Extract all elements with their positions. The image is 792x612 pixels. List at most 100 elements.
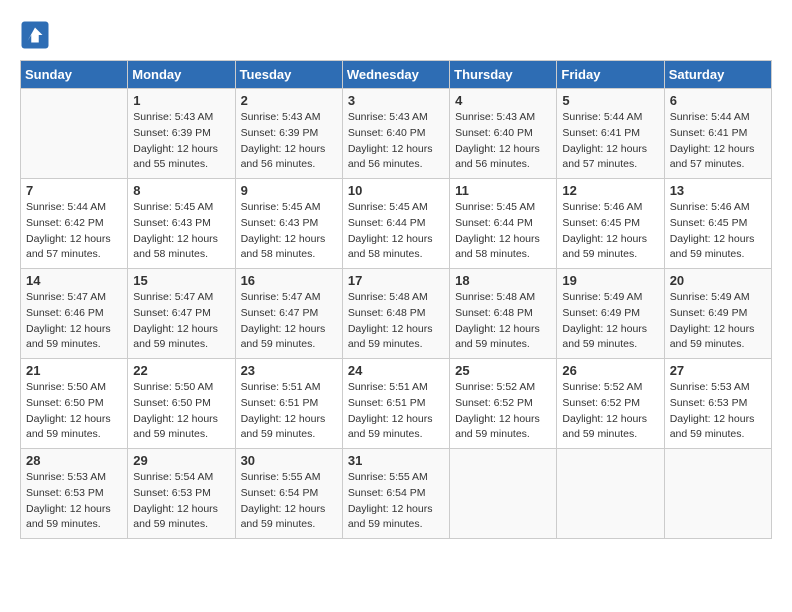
- day-info: Sunrise: 5:54 AM Sunset: 6:53 PM Dayligh…: [133, 470, 229, 533]
- day-number: 11: [455, 183, 551, 198]
- day-info: Sunrise: 5:55 AM Sunset: 6:54 PM Dayligh…: [241, 470, 337, 533]
- calendar-cell: 20Sunrise: 5:49 AM Sunset: 6:49 PM Dayli…: [664, 269, 771, 359]
- calendar-cell: 21 Sunrise: 5:50 AM Sunset: 6:50 PM Dayli…: [21, 359, 128, 449]
- day-number: 17: [348, 273, 444, 288]
- day-number: 9: [241, 183, 337, 198]
- day-number: 26: [562, 363, 658, 378]
- calendar-cell: 10Sunrise: 5:45 AM Sunset: 6:44 PM Dayli…: [342, 179, 449, 269]
- day-info: Sunrise: 5:50 AM Sunset: 6:50 PM Dayligh…: [26, 380, 122, 443]
- day-number: 23: [241, 363, 337, 378]
- page-header: [20, 20, 772, 50]
- column-header-tuesday: Tuesday: [235, 61, 342, 89]
- calendar-cell: 4 Sunrise: 5:43 AM Sunset: 6:40 PM Daylig…: [450, 89, 557, 179]
- day-info: Sunrise: 5:49 AM Sunset: 6:49 PM Dayligh…: [670, 290, 766, 353]
- calendar-cell: 30 Sunrise: 5:55 AM Sunset: 6:54 PM Dayli…: [235, 449, 342, 539]
- day-info: Sunrise: 5:45 AM Sunset: 6:43 PM Dayligh…: [133, 200, 229, 263]
- day-info: Sunrise: 5:48 AM Sunset: 6:48 PM Dayligh…: [348, 290, 444, 353]
- day-number: 25: [455, 363, 551, 378]
- day-info: Sunrise: 5:44 AM Sunset: 6:41 PM Dayligh…: [562, 110, 658, 173]
- column-header-monday: Monday: [128, 61, 235, 89]
- calendar-cell: 9 Sunrise: 5:45 AM Sunset: 6:43 PM Daylig…: [235, 179, 342, 269]
- day-number: 5: [562, 93, 658, 108]
- day-info: Sunrise: 5:50 AM Sunset: 6:50 PM Dayligh…: [133, 380, 229, 443]
- day-number: 31: [348, 453, 444, 468]
- calendar-cell: 11 Sunrise: 5:45 AM Sunset: 6:44 PM Dayli…: [450, 179, 557, 269]
- calendar-cell: [450, 449, 557, 539]
- day-info: Sunrise: 5:47 AM Sunset: 6:46 PM Dayligh…: [26, 290, 122, 353]
- calendar-cell: 31 Sunrise: 5:55 AM Sunset: 6:54 PM Dayli…: [342, 449, 449, 539]
- day-info: Sunrise: 5:51 AM Sunset: 6:51 PM Dayligh…: [241, 380, 337, 443]
- day-info: Sunrise: 5:52 AM Sunset: 6:52 PM Dayligh…: [562, 380, 658, 443]
- calendar-cell: 24Sunrise: 5:51 AM Sunset: 6:51 PM Dayli…: [342, 359, 449, 449]
- calendar-cell: [557, 449, 664, 539]
- day-number: 15: [133, 273, 229, 288]
- day-info: Sunrise: 5:49 AM Sunset: 6:49 PM Dayligh…: [562, 290, 658, 353]
- calendar-cell: 12 Sunrise: 5:46 AM Sunset: 6:45 PM Dayli…: [557, 179, 664, 269]
- calendar-cell: 28 Sunrise: 5:53 AM Sunset: 6:53 PM Dayli…: [21, 449, 128, 539]
- calendar-cell: 23 Sunrise: 5:51 AM Sunset: 6:51 PM Dayli…: [235, 359, 342, 449]
- day-number: 21: [26, 363, 122, 378]
- day-info: Sunrise: 5:43 AM Sunset: 6:39 PM Dayligh…: [241, 110, 337, 173]
- calendar-cell: 3 Sunrise: 5:43 AM Sunset: 6:40 PM Daylig…: [342, 89, 449, 179]
- calendar-cell: 27 Sunrise: 5:53 AM Sunset: 6:53 PM Dayli…: [664, 359, 771, 449]
- day-info: Sunrise: 5:52 AM Sunset: 6:52 PM Dayligh…: [455, 380, 551, 443]
- day-number: 29: [133, 453, 229, 468]
- day-info: Sunrise: 5:43 AM Sunset: 6:40 PM Dayligh…: [348, 110, 444, 173]
- calendar-row: 1 Sunrise: 5:43 AM Sunset: 6:39 PM Daylig…: [21, 89, 772, 179]
- calendar-cell: 2 Sunrise: 5:43 AM Sunset: 6:39 PM Daylig…: [235, 89, 342, 179]
- column-header-thursday: Thursday: [450, 61, 557, 89]
- day-number: 18: [455, 273, 551, 288]
- calendar-cell: 6Sunrise: 5:44 AM Sunset: 6:41 PM Daylig…: [664, 89, 771, 179]
- calendar-header: SundayMondayTuesdayWednesdayThursdayFrid…: [21, 61, 772, 89]
- calendar-cell: 13Sunrise: 5:46 AM Sunset: 6:45 PM Dayli…: [664, 179, 771, 269]
- calendar-cell: 26 Sunrise: 5:52 AM Sunset: 6:52 PM Dayli…: [557, 359, 664, 449]
- calendar-row: 21 Sunrise: 5:50 AM Sunset: 6:50 PM Dayli…: [21, 359, 772, 449]
- day-info: Sunrise: 5:43 AM Sunset: 6:39 PM Dayligh…: [133, 110, 229, 173]
- day-number: 4: [455, 93, 551, 108]
- calendar-cell: 16 Sunrise: 5:47 AM Sunset: 6:47 PM Dayli…: [235, 269, 342, 359]
- day-number: 19: [562, 273, 658, 288]
- day-number: 2: [241, 93, 337, 108]
- header-row: SundayMondayTuesdayWednesdayThursdayFrid…: [21, 61, 772, 89]
- day-info: Sunrise: 5:47 AM Sunset: 6:47 PM Dayligh…: [241, 290, 337, 353]
- calendar-cell: 15Sunrise: 5:47 AM Sunset: 6:47 PM Dayli…: [128, 269, 235, 359]
- day-info: Sunrise: 5:43 AM Sunset: 6:40 PM Dayligh…: [455, 110, 551, 173]
- calendar-cell: 17 Sunrise: 5:48 AM Sunset: 6:48 PM Dayli…: [342, 269, 449, 359]
- column-header-friday: Friday: [557, 61, 664, 89]
- day-number: 3: [348, 93, 444, 108]
- day-number: 22: [133, 363, 229, 378]
- day-info: Sunrise: 5:55 AM Sunset: 6:54 PM Dayligh…: [348, 470, 444, 533]
- calendar-cell: 19 Sunrise: 5:49 AM Sunset: 6:49 PM Dayli…: [557, 269, 664, 359]
- day-info: Sunrise: 5:53 AM Sunset: 6:53 PM Dayligh…: [26, 470, 122, 533]
- day-info: Sunrise: 5:45 AM Sunset: 6:43 PM Dayligh…: [241, 200, 337, 263]
- calendar-cell: 25 Sunrise: 5:52 AM Sunset: 6:52 PM Dayli…: [450, 359, 557, 449]
- day-number: 28: [26, 453, 122, 468]
- column-header-wednesday: Wednesday: [342, 61, 449, 89]
- calendar-body: 1 Sunrise: 5:43 AM Sunset: 6:39 PM Daylig…: [21, 89, 772, 539]
- day-number: 12: [562, 183, 658, 198]
- day-number: 27: [670, 363, 766, 378]
- column-header-saturday: Saturday: [664, 61, 771, 89]
- calendar-cell: [664, 449, 771, 539]
- day-number: 1: [133, 93, 229, 108]
- calendar-row: 14Sunrise: 5:47 AM Sunset: 6:46 PM Dayli…: [21, 269, 772, 359]
- day-info: Sunrise: 5:46 AM Sunset: 6:45 PM Dayligh…: [562, 200, 658, 263]
- calendar-cell: 14Sunrise: 5:47 AM Sunset: 6:46 PM Dayli…: [21, 269, 128, 359]
- logo: [20, 20, 52, 50]
- day-number: 13: [670, 183, 766, 198]
- day-number: 16: [241, 273, 337, 288]
- day-info: Sunrise: 5:53 AM Sunset: 6:53 PM Dayligh…: [670, 380, 766, 443]
- column-header-sunday: Sunday: [21, 61, 128, 89]
- calendar-table: SundayMondayTuesdayWednesdayThursdayFrid…: [20, 60, 772, 539]
- day-number: 6: [670, 93, 766, 108]
- day-info: Sunrise: 5:44 AM Sunset: 6:42 PM Dayligh…: [26, 200, 122, 263]
- calendar-cell: 18Sunrise: 5:48 AM Sunset: 6:48 PM Dayli…: [450, 269, 557, 359]
- day-number: 30: [241, 453, 337, 468]
- calendar-cell: 8Sunrise: 5:45 AM Sunset: 6:43 PM Daylig…: [128, 179, 235, 269]
- day-info: Sunrise: 5:51 AM Sunset: 6:51 PM Dayligh…: [348, 380, 444, 443]
- day-info: Sunrise: 5:45 AM Sunset: 6:44 PM Dayligh…: [455, 200, 551, 263]
- calendar-row: 28 Sunrise: 5:53 AM Sunset: 6:53 PM Dayli…: [21, 449, 772, 539]
- logo-icon: [20, 20, 50, 50]
- calendar-cell: 1 Sunrise: 5:43 AM Sunset: 6:39 PM Daylig…: [128, 89, 235, 179]
- day-number: 7: [26, 183, 122, 198]
